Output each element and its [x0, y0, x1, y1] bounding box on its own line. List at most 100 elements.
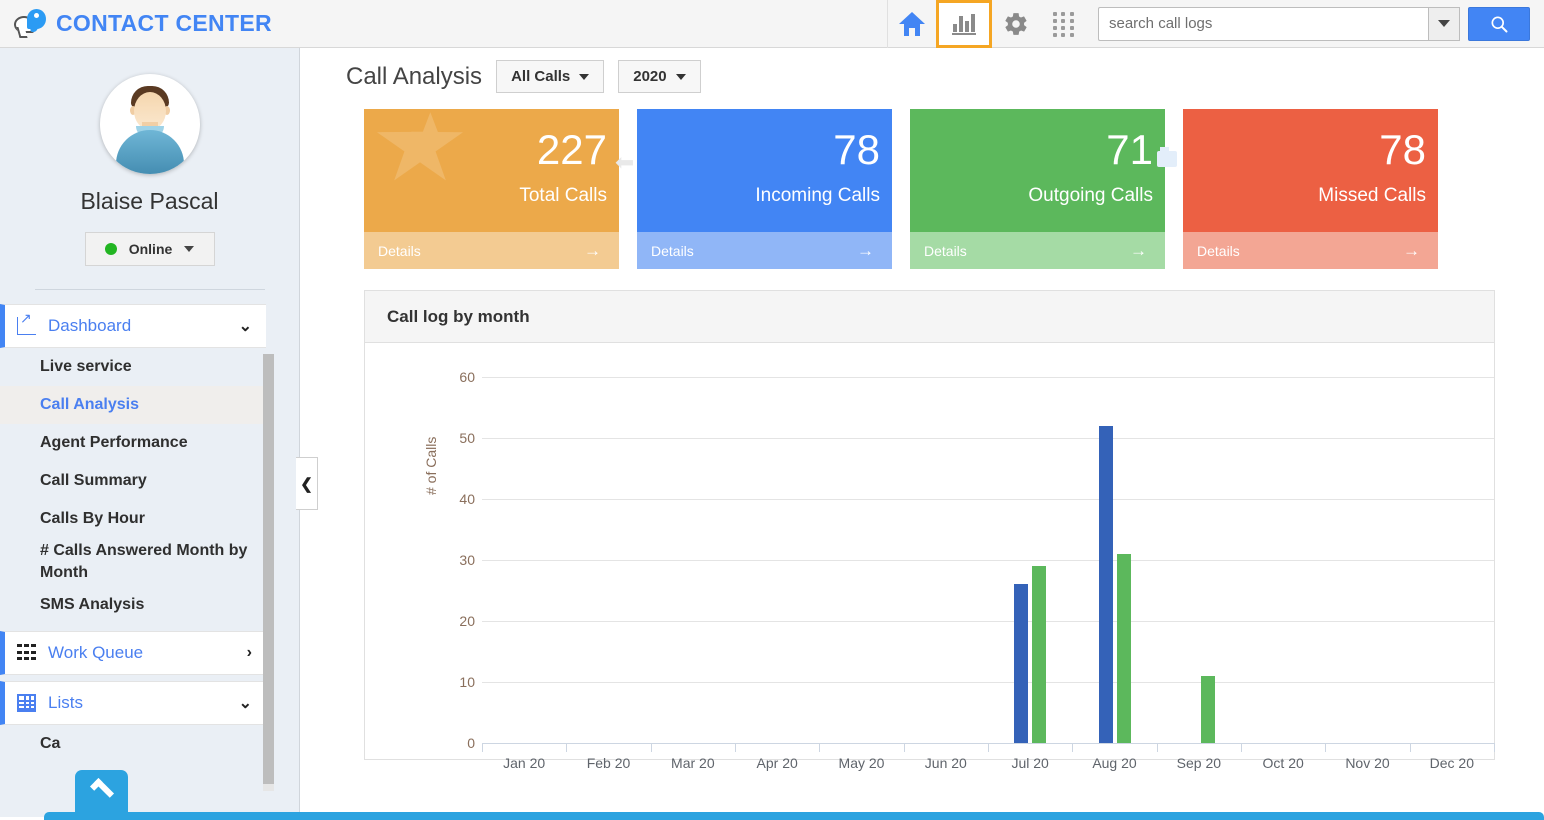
arrow-right-icon: → — [1403, 241, 1420, 261]
y-tick-label: 20 — [435, 613, 475, 629]
apps-grid-icon-button[interactable] — [1040, 0, 1088, 48]
x-tick-mark — [904, 743, 905, 752]
search-button[interactable] — [1468, 7, 1530, 41]
line-chart-icon — [17, 317, 36, 335]
x-tick-mark — [651, 743, 652, 752]
search-dropdown-toggle[interactable] — [1428, 7, 1460, 41]
kpi-card-incoming-calls[interactable]: ⬅ 78 Incoming Calls Details → — [637, 109, 892, 269]
sidebar-item-sms-analysis[interactable]: SMS Analysis — [0, 586, 266, 624]
x-tick-label: Jun 20 — [904, 755, 988, 771]
kpi-details-link[interactable]: Details → — [910, 232, 1165, 269]
kpi-label: Incoming Calls — [755, 185, 880, 207]
x-tick-mark — [482, 743, 483, 752]
scroll-to-top-button[interactable] — [75, 770, 128, 820]
kpi-value: 78 — [833, 129, 880, 171]
arrow-right-icon: → — [584, 241, 601, 261]
kpi-details-link[interactable]: Details → — [1183, 232, 1438, 269]
x-tick-mark — [1494, 743, 1495, 752]
x-tick-mark — [1410, 743, 1411, 752]
kpi-value: 78 — [1379, 129, 1426, 171]
kpi-label: Outgoing Calls — [1028, 185, 1153, 207]
sidebar-item-label: Call Analysis — [40, 396, 139, 414]
caret-down-icon — [184, 246, 194, 252]
sidebar-item-label: Agent Performance — [40, 434, 188, 452]
apps-grid-icon — [1053, 12, 1075, 36]
sidebar-group-dashboard[interactable]: Dashboard ⌄ — [0, 304, 266, 348]
x-tick-label: Sep 20 — [1157, 755, 1241, 771]
status-dot-icon — [105, 243, 117, 255]
user-name: Blaise Pascal — [0, 188, 299, 215]
sidebar-item-call-analysis[interactable]: Call Analysis — [0, 386, 266, 424]
chart-bar[interactable] — [1099, 426, 1113, 743]
sidebar-collapse-button[interactable]: ❮ — [296, 457, 318, 510]
analytics-icon-button[interactable] — [936, 0, 992, 48]
x-tick-label: Dec 20 — [1410, 755, 1494, 771]
kpi-details-link[interactable]: Details → — [637, 232, 892, 269]
kpi-details-label: Details — [651, 243, 694, 259]
top-nav: search call logs — [887, 0, 1544, 48]
sidebar-item-call-summary[interactable]: Call Summary — [0, 462, 266, 500]
sidebar-group-lists[interactable]: Lists ⌄ — [0, 681, 266, 725]
filter-label: 2020 — [633, 68, 666, 85]
kpi-value: 71 — [1106, 129, 1153, 171]
y-tick-label: 60 — [435, 369, 475, 385]
sidebar-group-work-queue[interactable]: Work Queue › — [0, 631, 266, 675]
sidebar: Blaise Pascal Online Dashboard ⌄ Live se… — [0, 48, 300, 817]
bar-layer — [482, 343, 1494, 743]
avatar[interactable] — [100, 74, 200, 174]
chart-panel-title: Call log by month — [365, 291, 1494, 343]
kpi-label: Missed Calls — [1318, 185, 1426, 207]
sidebar-scrollbar[interactable] — [263, 354, 274, 791]
sidebar-group-label: Work Queue — [48, 643, 247, 663]
settings-icon-button[interactable] — [992, 0, 1040, 48]
chevron-down-icon: ⌄ — [239, 693, 252, 713]
kpi-details-label: Details — [924, 243, 967, 259]
sidebar-item-lists-first[interactable]: Ca — [0, 725, 266, 763]
filter-year[interactable]: 2020 — [618, 60, 700, 93]
home-icon-button[interactable] — [888, 0, 936, 48]
sidebar-item-agent-performance[interactable]: Agent Performance — [0, 424, 266, 462]
bottom-status-bar — [44, 812, 1544, 820]
chart-bar[interactable] — [1201, 676, 1215, 743]
x-tick-mark — [819, 743, 820, 752]
kpi-card-row: 227 Total Calls Details → ⬅ 78 Incoming … — [301, 93, 1544, 269]
chart-bar[interactable] — [1014, 584, 1028, 743]
x-tick-label: Mar 20 — [651, 755, 735, 771]
x-tick-mark — [1072, 743, 1073, 752]
home-icon — [899, 12, 925, 36]
chevron-up-icon — [89, 778, 113, 802]
search-input[interactable]: search call logs — [1098, 7, 1428, 41]
filter-all-calls[interactable]: All Calls — [496, 60, 604, 93]
sidebar-item-label: # Calls Answered Month by Month — [40, 540, 248, 583]
main-content: Call Analysis All Calls 2020 227 Total C… — [301, 48, 1544, 817]
chevron-right-icon: › — [247, 644, 252, 662]
sidebar-item-label: SMS Analysis — [40, 596, 144, 614]
kpi-card-total-calls[interactable]: 227 Total Calls Details → — [364, 109, 619, 269]
sidebar-item-calls-by-hour[interactable]: Calls By Hour — [0, 500, 266, 538]
chart-bar[interactable] — [1117, 554, 1131, 743]
y-tick-label: 40 — [435, 491, 475, 507]
chevron-down-icon: ⌄ — [239, 316, 252, 336]
sidebar-item-label: Calls By Hour — [40, 510, 145, 528]
status-dropdown[interactable]: Online — [85, 232, 215, 266]
bar-chart: # of Calls 0102030405060 Jan 20Feb 20Mar… — [365, 343, 1494, 759]
x-tick-label: Feb 20 — [567, 755, 651, 771]
caret-down-icon — [676, 74, 686, 80]
chevron-left-icon: ❮ — [300, 475, 313, 493]
sidebar-scrollbar-thumb[interactable] — [263, 354, 274, 784]
chart-panel: Call log by month # of Calls 01020304050… — [364, 290, 1495, 760]
sidebar-divider — [35, 289, 265, 290]
kpi-details-link[interactable]: Details → — [364, 232, 619, 269]
chart-bar[interactable] — [1032, 566, 1046, 743]
sidebar-item-calls-answered-month-by-month[interactable]: # Calls Answered Month by Month — [0, 538, 266, 586]
sidebar-item-live-service[interactable]: Live service — [0, 348, 266, 386]
x-tick-mark — [1157, 743, 1158, 752]
x-tick-label: Jan 20 — [482, 755, 566, 771]
y-tick-label: 0 — [435, 735, 475, 751]
caret-down-icon — [579, 74, 589, 80]
kpi-card-missed-calls[interactable]: 78 Missed Calls Details → — [1183, 109, 1438, 269]
sidebar-item-label: Ca — [40, 735, 60, 753]
y-axis-ticks: 0102030405060 — [435, 343, 475, 759]
kpi-card-outgoing-calls[interactable]: 71 Outgoing Calls Details → — [910, 109, 1165, 269]
brand-logo-area[interactable]: CONTACT CENTER — [0, 9, 272, 39]
